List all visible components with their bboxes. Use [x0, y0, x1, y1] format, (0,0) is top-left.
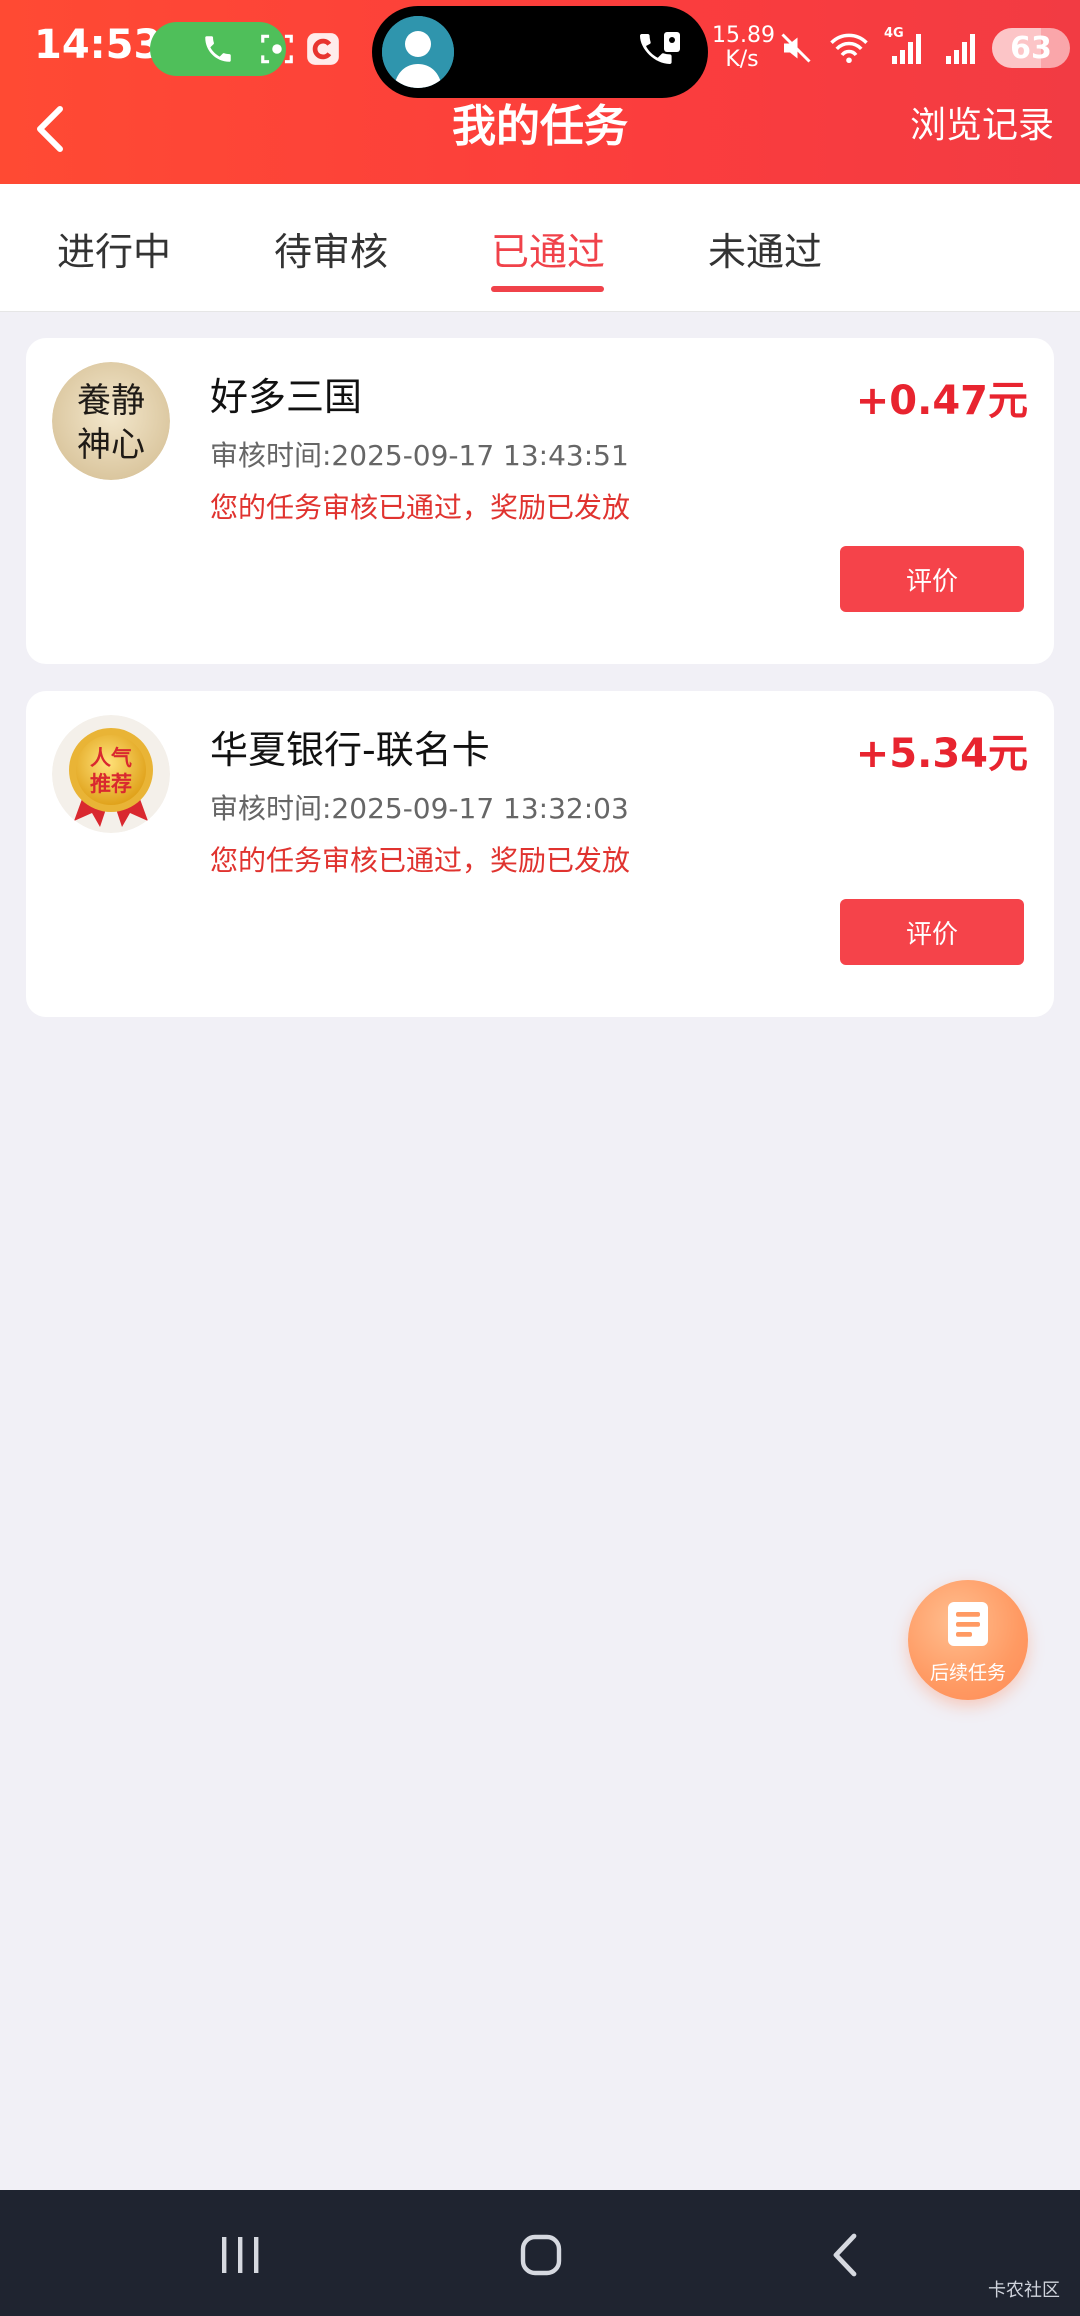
network-type-label: 4G [884, 26, 904, 41]
tab-approved[interactable]: 已通过 [468, 184, 628, 312]
home-button[interactable] [496, 2210, 586, 2300]
system-back-button[interactable] [800, 2210, 890, 2300]
home-icon [520, 2234, 562, 2276]
status-time: 14:53 [34, 22, 162, 68]
phone-icon [205, 36, 231, 62]
task-card[interactable]: 人气 推荐 华夏银行-联名卡 +5.34元 审核时间:2025-09-17 13… [26, 691, 1054, 1017]
battery-level: 63 [1010, 30, 1052, 66]
fab-label: 后续任务 [929, 1662, 1006, 1684]
task-name: 好多三国 [210, 375, 363, 419]
task-avatar: 人气 推荐 [52, 715, 170, 833]
dynamic-island[interactable] [372, 6, 708, 98]
system-status-icons: 4G 63 [778, 26, 1070, 68]
review-status-message: 您的任务审核已通过，奖励已发放 [210, 491, 631, 524]
tab-rejected[interactable]: 未通过 [685, 184, 845, 312]
back-arrow-icon [833, 2233, 857, 2277]
review-time: 审核时间:2025-09-17 13:32:03 [210, 792, 629, 825]
caller-avatar [382, 16, 454, 88]
task-avatar: 養静 神心 [52, 362, 170, 480]
review-time: 审核时间:2025-09-17 13:43:51 [210, 439, 629, 472]
net-speed-value: 15.89 [712, 23, 775, 48]
app-header: 14:53 15.89 K/s 4G 63 我的任务 浏览记录 [0, 0, 1080, 184]
task-reward-amount: +0.47元 [855, 378, 1028, 424]
active-tab-indicator [491, 286, 604, 292]
call-contact-icon [636, 28, 684, 76]
task-status-tabs: 进行中 待审核 已通过 未通过 [0, 184, 1080, 312]
cellular-signal-icon [946, 34, 975, 64]
recent-apps-icon [222, 2237, 259, 2273]
avatar-badge-line2: 推荐 [90, 772, 132, 796]
review-status-message: 您的任务审核已通过，奖励已发放 [210, 844, 631, 877]
task-reward-amount: +5.34元 [855, 731, 1028, 777]
watermark: 卡农社区 [988, 2280, 1060, 2301]
net-speed-unit: K/s [725, 47, 759, 72]
system-navigation-bar: 卡农社区 [0, 2190, 1080, 2316]
rate-button[interactable]: 评价 [840, 899, 1024, 965]
wifi-icon [830, 33, 868, 64]
tab-in-progress[interactable]: 进行中 [34, 184, 194, 312]
network-speed: 15.89 K/s [712, 23, 775, 72]
follow-up-tasks-button[interactable]: 后续任务 [908, 1580, 1028, 1700]
screenshot-icon [258, 30, 296, 68]
app-c-icon [304, 30, 342, 68]
document-list-icon [946, 1600, 990, 1648]
task-name: 华夏银行-联名卡 [210, 728, 490, 772]
cellular-signal-4g-icon: 4G [884, 26, 924, 66]
browse-history-link[interactable]: 浏览记录 [910, 96, 1054, 156]
avatar-calligraphy-line2: 神心 [77, 425, 145, 465]
title-bar: 我的任务 浏览记录 [0, 90, 1080, 170]
status-bar: 14:53 15.89 K/s 4G 63 [0, 0, 1080, 98]
avatar-badge-line1: 人气 [90, 746, 132, 770]
recent-apps-button[interactable] [195, 2210, 285, 2300]
mute-icon [781, 33, 811, 63]
task-card[interactable]: 養静 神心 好多三国 +0.47元 审核时间:2025-09-17 13:43:… [26, 338, 1054, 664]
battery-indicator: 63 [992, 28, 1070, 68]
rate-button[interactable]: 评价 [840, 546, 1024, 612]
avatar-calligraphy-line1: 養静 [77, 381, 145, 421]
tab-pending-review[interactable]: 待审核 [251, 184, 411, 312]
